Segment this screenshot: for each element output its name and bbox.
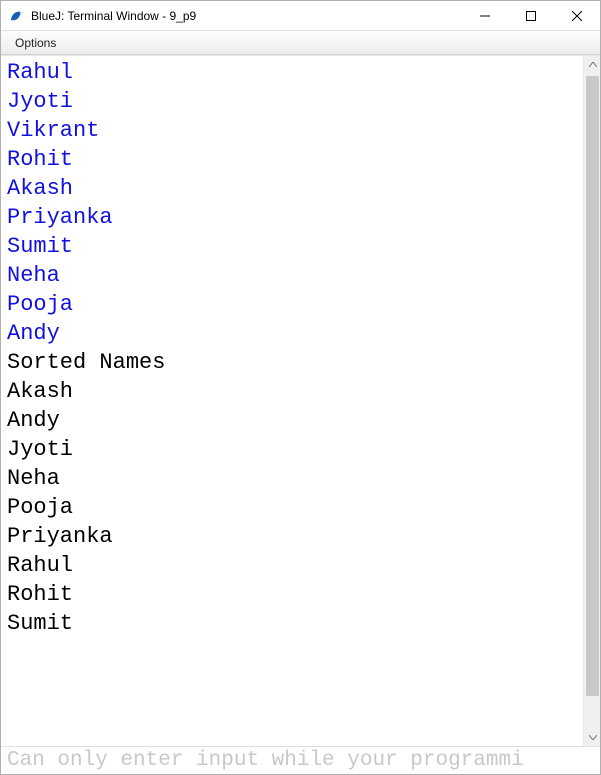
terminal-line: Jyoti xyxy=(7,435,583,464)
terminal-line: Rohit xyxy=(7,580,583,609)
terminal-line: Andy xyxy=(7,406,583,435)
minimize-button[interactable] xyxy=(462,1,508,31)
terminal-window: BlueJ: Terminal Window - 9_p9 Options Ra… xyxy=(0,0,601,775)
terminal-line: Rahul xyxy=(7,58,583,87)
window-title: BlueJ: Terminal Window - 9_p9 xyxy=(31,9,462,23)
titlebar[interactable]: BlueJ: Terminal Window - 9_p9 xyxy=(1,1,600,31)
terminal-line: Neha xyxy=(7,464,583,493)
window-controls xyxy=(462,1,600,31)
chevron-down-icon[interactable] xyxy=(584,729,600,746)
terminal-line: Andy xyxy=(7,319,583,348)
terminal-line: Priyanka xyxy=(7,203,583,232)
status-bar: Can only enter input while your programm… xyxy=(1,746,600,774)
content-area: RahulJyotiVikrantRohitAkashPriyankaSumit… xyxy=(1,55,600,746)
terminal-line: Pooja xyxy=(7,493,583,522)
terminal-line: Neha xyxy=(7,261,583,290)
vertical-scrollbar[interactable] xyxy=(583,56,600,746)
terminal-line: Akash xyxy=(7,377,583,406)
terminal-line: Pooja xyxy=(7,290,583,319)
terminal-line: Rahul xyxy=(7,551,583,580)
status-message: Can only enter input while your programm… xyxy=(7,749,524,772)
menu-options[interactable]: Options xyxy=(7,34,64,52)
terminal-line: Rohit xyxy=(7,145,583,174)
terminal-line: Jyoti xyxy=(7,87,583,116)
terminal-line: Sumit xyxy=(7,232,583,261)
scrollbar-thumb[interactable] xyxy=(586,76,599,696)
bluej-bird-icon xyxy=(9,8,25,24)
terminal-line: Akash xyxy=(7,174,583,203)
terminal-line: Priyanka xyxy=(7,522,583,551)
close-button[interactable] xyxy=(554,1,600,31)
terminal-line: Sorted Names xyxy=(7,348,583,377)
maximize-button[interactable] xyxy=(508,1,554,31)
terminal-line: Vikrant xyxy=(7,116,583,145)
terminal-line: Sumit xyxy=(7,609,583,638)
terminal-output[interactable]: RahulJyotiVikrantRohitAkashPriyankaSumit… xyxy=(1,56,583,746)
chevron-up-icon[interactable] xyxy=(584,56,600,73)
menubar: Options xyxy=(1,31,600,55)
